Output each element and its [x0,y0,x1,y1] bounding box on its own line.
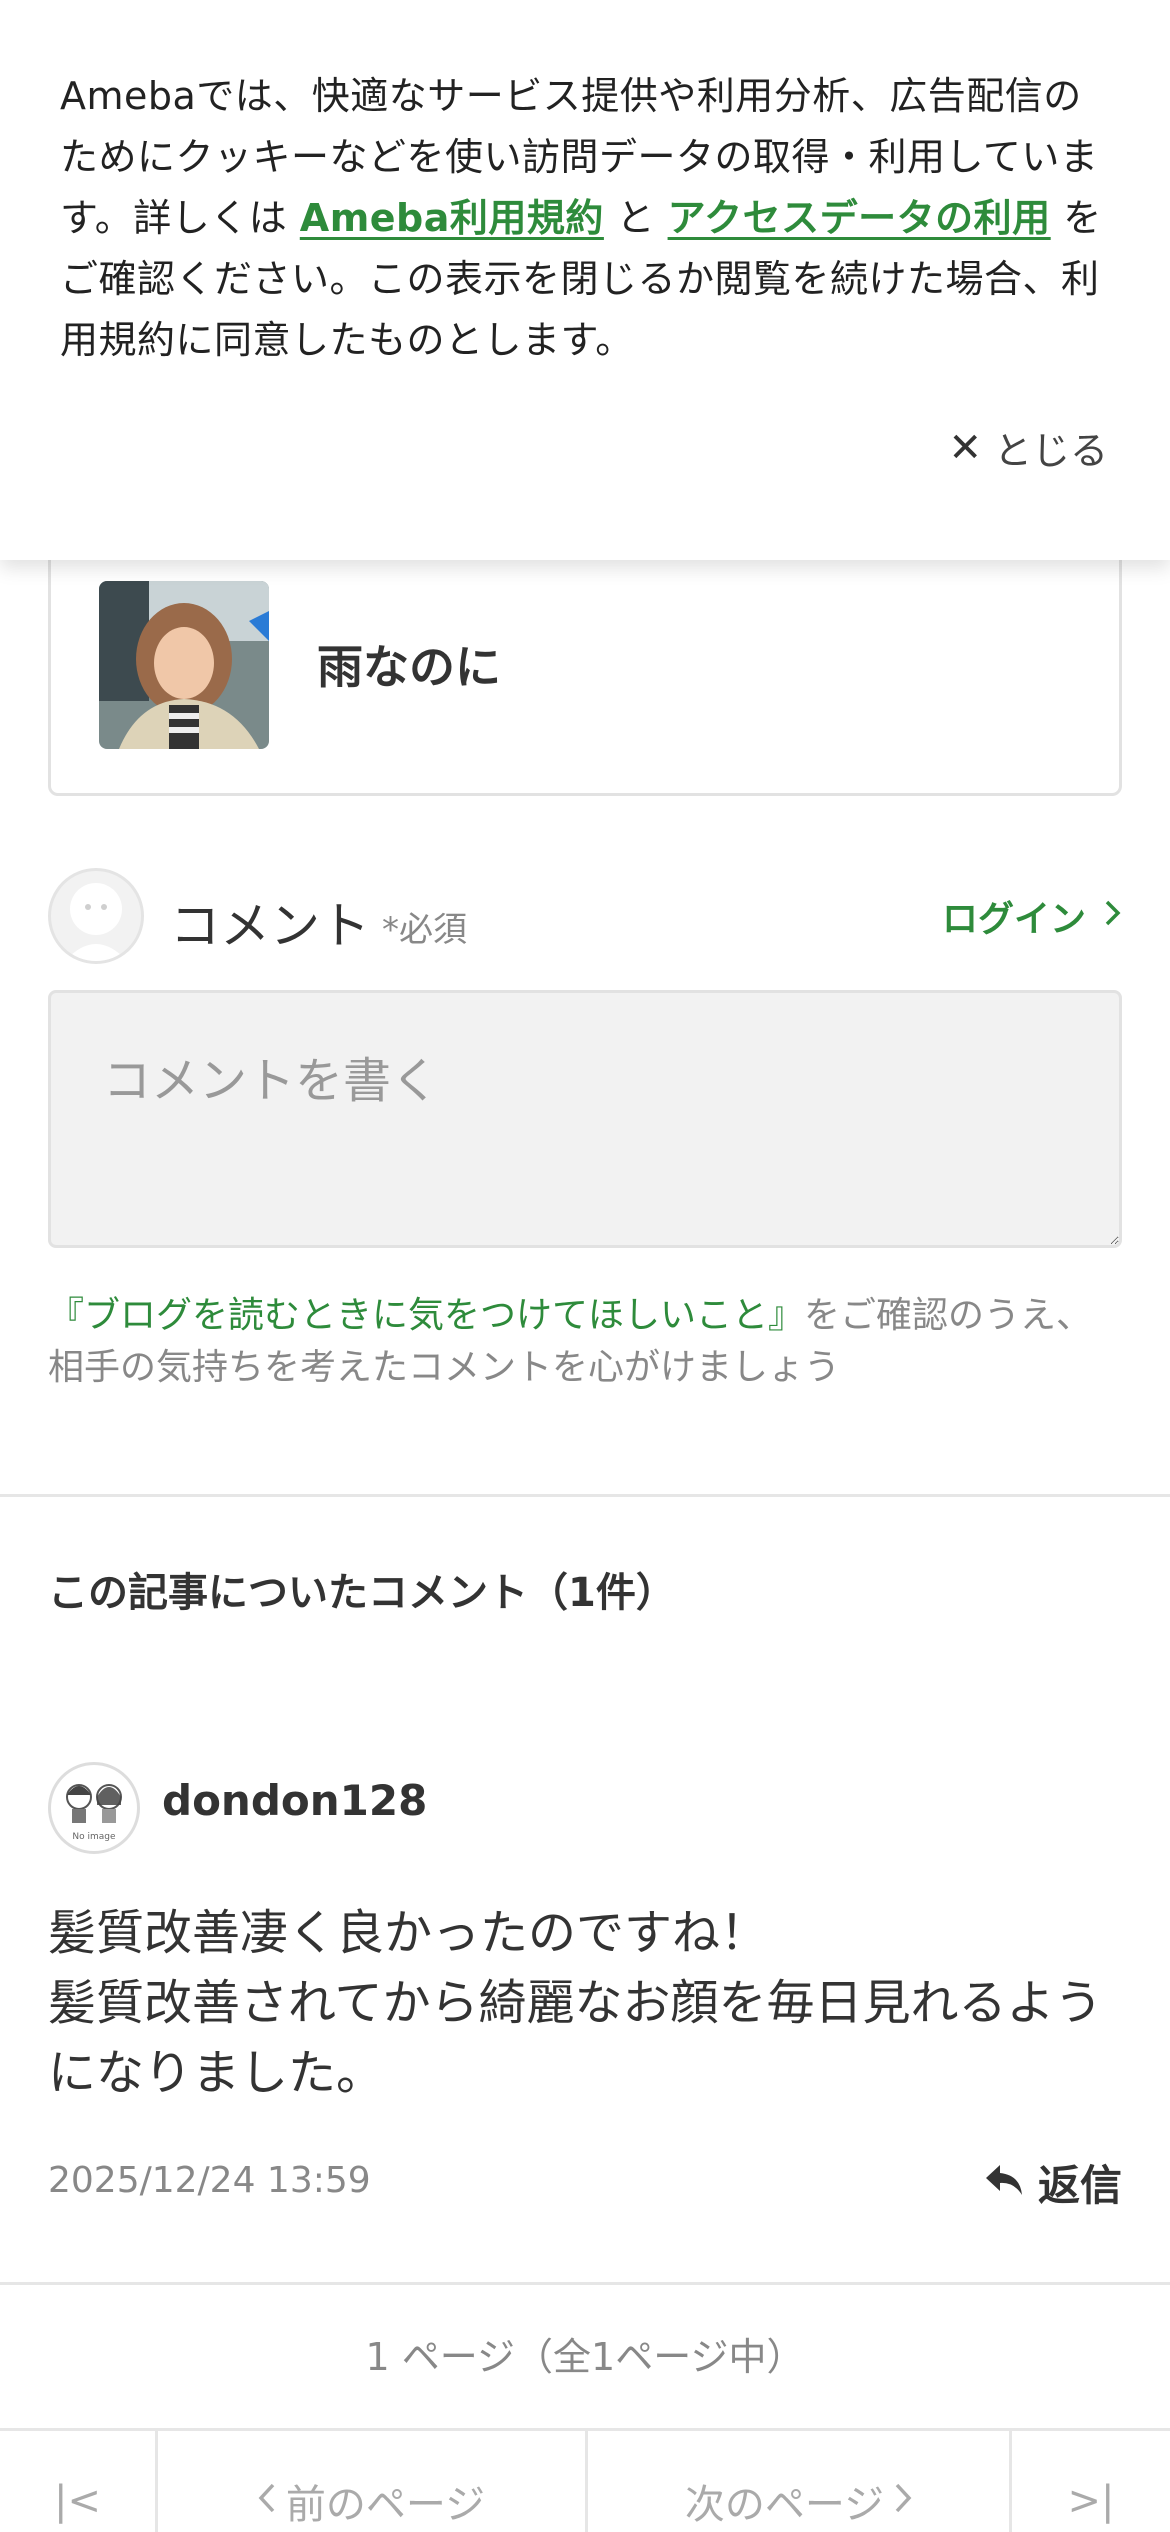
reply-label: 返信 [1037,2161,1122,2210]
reply-icon [984,2158,1024,2207]
cookie-close-button[interactable]: ✕ とじる [948,420,1108,475]
comment-notice: 『ブログを読むときに気をつけてほしいこと』をご確認のうえ、相手の気持ちを考えたコ… [48,1290,1128,1394]
close-label: とじる [993,429,1108,473]
blog-title[interactable]: 雨なのに [317,631,501,697]
first-page-button[interactable]: |< [0,2430,158,2532]
comment-line: 髪質改善されてから綺麗なお顔を毎日見れるようになりました。 [48,1975,1103,2101]
login-label: ログイン [941,899,1086,940]
first-page-label: |< [54,2478,101,2524]
comment-line: 髪質改善凄く良かったのですね！ [48,1905,769,1961]
comment-label: コメント [170,897,370,955]
required-mark: *必須 [382,910,467,950]
chevron-left-icon [258,2478,276,2524]
last-page-button[interactable]: >| [1012,2430,1170,2532]
close-icon: ✕ [948,424,982,471]
prev-page-button[interactable]: 前のページ [158,2430,588,2532]
commenter-avatar[interactable]: No image [48,1762,140,1854]
comment-body: 髪質改善凄く良かったのですね！ 髪質改善されてから綺麗なお顔を毎日見れるようにな… [48,1898,1128,2108]
prev-page-label: 前のページ [285,2482,486,2528]
page-info: 1 ページ（全1ページ中） [365,2335,805,2379]
reply-button[interactable]: 返信 [984,2152,1122,2213]
section-divider [0,2282,1170,2285]
access-data-link[interactable]: アクセスデータの利用 [668,196,1051,240]
next-page-label: 次のページ [684,2482,885,2528]
chevron-right-icon [894,2478,912,2524]
comments-section-title: この記事についたコメント（1件） [48,1570,676,1616]
login-link[interactable]: ログイン [942,890,1122,942]
next-page-button[interactable]: 次のページ [588,2430,1012,2532]
comment-form-header: コメント *必須 ログイン [48,868,1122,968]
section-divider [0,1494,1170,1497]
commenter-name[interactable]: dondon128 [162,1776,427,1825]
terms-link[interactable]: Ameba利用規約 [300,196,604,240]
last-page-label: >| [1067,2478,1115,2524]
guideline-link[interactable]: 『ブログを読むときに気をつけてほしいこと』 [48,1295,804,1336]
comment-input[interactable] [48,990,1122,1248]
no-image-label: No image [72,1832,116,1842]
page: 雨なのに コメント *必須 ログイン 『ブログを読むときに気をつけてほしいこと』… [0,0,1170,2532]
chevron-right-icon [1104,896,1122,937]
cookie-consent-banner: Amebaでは、快適なサービス提供や利用分析、広告配信のためにクッキーなどを使い… [0,0,1170,560]
cookie-text: Amebaでは、快適なサービス提供や利用分析、広告配信のためにクッキーなどを使い… [60,66,1110,371]
pager: |< 前のページ 次のページ >| [0,2430,1170,2532]
cookie-text-part: と [603,196,668,240]
user-avatar-placeholder [48,868,144,964]
blog-thumbnail [99,581,269,749]
comment-date: 2025/12/24 13:59 [48,2160,371,2201]
